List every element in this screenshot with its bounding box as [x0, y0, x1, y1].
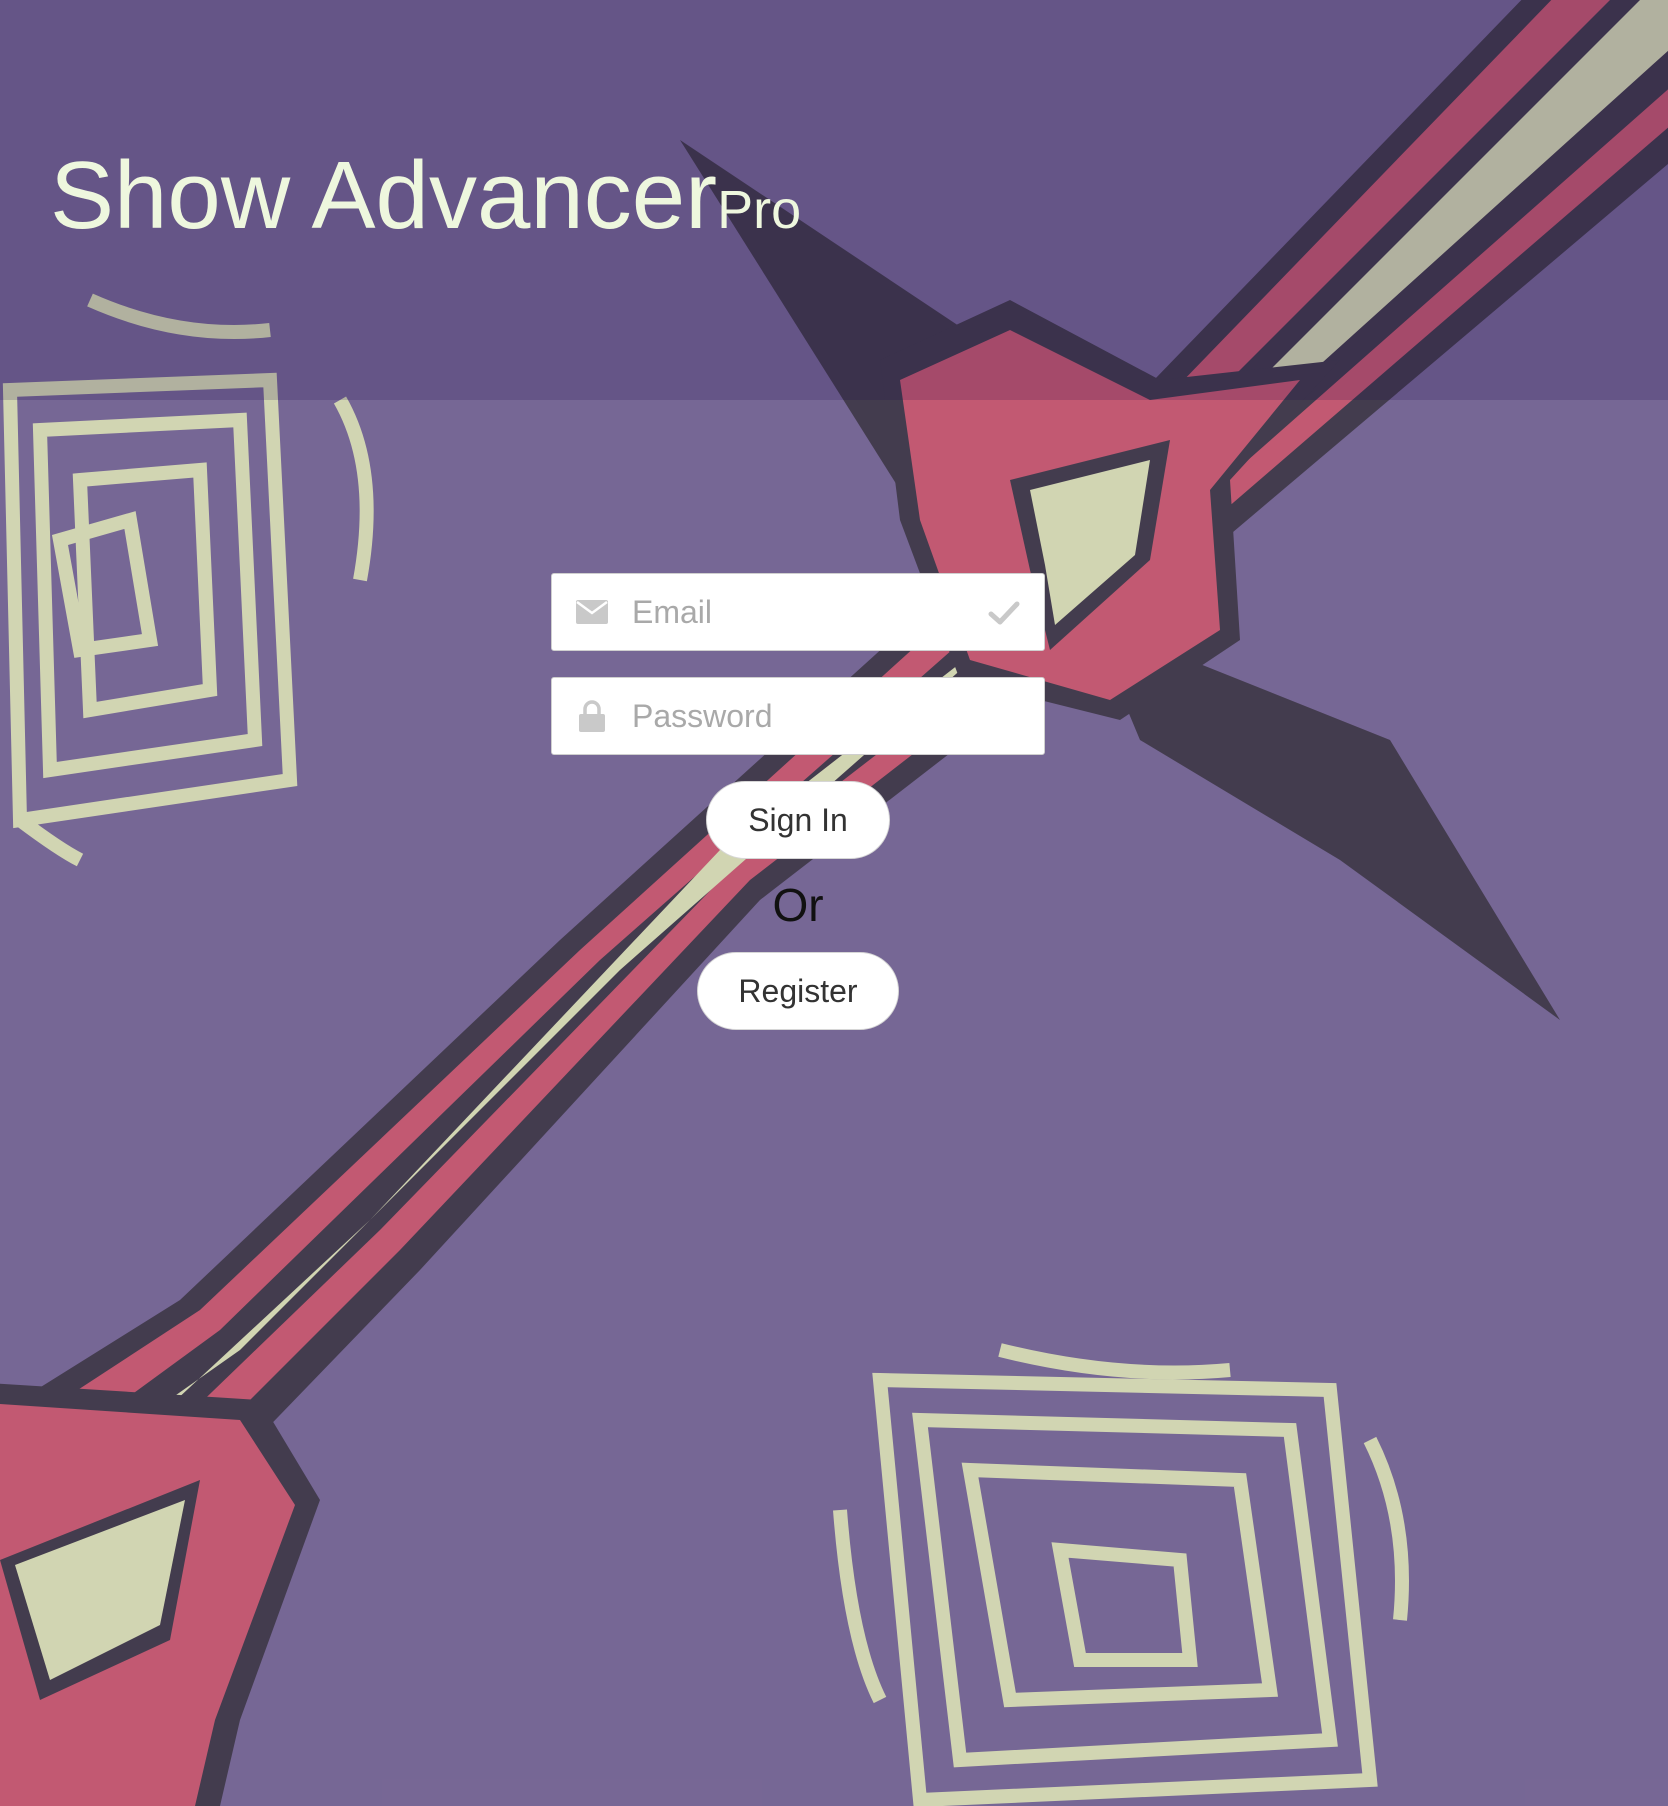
checkmark-icon — [986, 595, 1022, 631]
app-title-suffix: Pro — [717, 180, 802, 240]
envelope-icon — [574, 594, 610, 630]
or-label: Or — [772, 879, 824, 931]
sign-in-button[interactable]: Sign In — [706, 781, 890, 859]
app-title-main: Show Advancer — [50, 142, 718, 249]
app-title: Show AdvancerPro — [50, 148, 801, 244]
lock-icon — [574, 698, 610, 734]
email-input[interactable] — [632, 593, 962, 631]
password-field[interactable] — [551, 677, 1045, 755]
email-field[interactable] — [551, 573, 1045, 651]
login-screen: Show AdvancerPro Sign In Or Register — [0, 0, 1668, 1806]
register-button[interactable]: Register — [697, 952, 899, 1030]
password-input[interactable] — [632, 697, 962, 735]
